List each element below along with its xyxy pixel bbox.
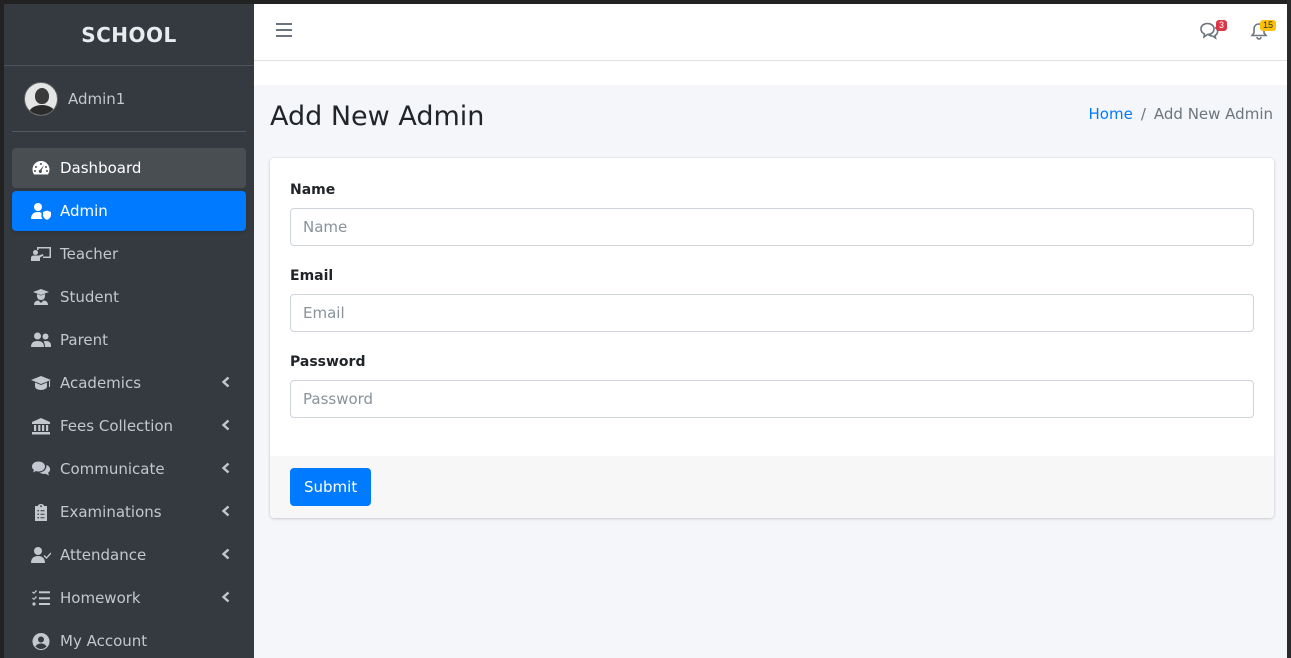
sidebar-item-label: Examinations xyxy=(60,503,162,521)
name-form-group: Name xyxy=(290,182,1254,246)
sidebar-item-dashboard[interactable]: Dashboard xyxy=(12,148,246,188)
chevron-left-icon xyxy=(220,547,232,561)
password-label: Password xyxy=(290,354,366,370)
sidebar-item-label: Student xyxy=(60,288,120,306)
chevron-left-icon xyxy=(220,504,232,518)
chevron-left-icon xyxy=(220,590,232,604)
sidebar-item-academics[interactable]: Academics xyxy=(12,363,246,403)
sidebar-item-homework[interactable]: Homework xyxy=(12,578,246,618)
sidebar-item-label: Parent xyxy=(60,331,109,349)
user-panel: Admin1 xyxy=(12,66,246,132)
sidebar-item-label: Communicate xyxy=(60,460,165,478)
breadcrumb-separator: / xyxy=(1140,105,1146,123)
brand[interactable]: SCHOOL xyxy=(4,4,254,66)
comments-icon xyxy=(30,460,52,478)
chevron-left-icon xyxy=(220,418,232,432)
sidebar-item-teacher[interactable]: Teacher xyxy=(12,234,246,274)
breadcrumb-current: Add New Admin xyxy=(1153,105,1273,123)
sidebar-item-parent[interactable]: Parent xyxy=(12,320,246,360)
main-content: 3 15 Add New Admin Home / Add New Admin Na… xyxy=(254,4,1287,658)
sidebar-item-examinations[interactable]: Examinations xyxy=(12,492,246,532)
user-circle-icon xyxy=(30,632,52,650)
brand-name[interactable]: SCHOOL xyxy=(81,23,177,47)
sidebar-item-communicate[interactable]: Communicate xyxy=(12,449,246,489)
messages-button[interactable]: 3 xyxy=(1199,20,1228,42)
sidebar-item-label: Admin xyxy=(60,202,108,220)
chevron-left-icon xyxy=(220,461,232,475)
chalkboard-teacher-icon xyxy=(30,245,52,263)
sidebar-item-my-account[interactable]: My Account xyxy=(12,621,246,658)
name-label: Name xyxy=(290,182,336,198)
window-edge xyxy=(1287,0,1291,658)
chevron-left-icon xyxy=(220,375,232,389)
sidebar-item-label: Homework xyxy=(60,589,141,607)
user-name[interactable]: Admin1 xyxy=(68,90,125,108)
content-header: Add New Admin Home / Add New Admin xyxy=(254,85,1287,157)
user-friends-icon xyxy=(30,331,52,349)
password-form-group: Password xyxy=(290,354,1254,418)
top-navbar: 3 15 xyxy=(254,4,1287,61)
email-form-group: Email xyxy=(290,268,1254,332)
sidebar-item-label: Attendance xyxy=(60,546,147,564)
page-title: Add New Admin xyxy=(270,101,485,132)
graduation-cap-icon xyxy=(30,374,52,392)
email-label: Email xyxy=(290,268,334,284)
user-shield-icon xyxy=(30,202,52,220)
breadcrumb-home-link[interactable]: Home xyxy=(1089,105,1133,123)
sidebar-nav: Dashboard Admin Teacher Student Parent Academ… xyxy=(4,148,254,658)
submit-button[interactable]: Submit xyxy=(290,468,372,506)
user-graduate-icon xyxy=(30,288,52,306)
notifications-badge: 15 xyxy=(1260,20,1277,31)
add-admin-form-card: Name Email Password Submit xyxy=(270,158,1274,518)
sidebar-item-label: Academics xyxy=(60,374,142,392)
name-input[interactable] xyxy=(290,208,1254,246)
card-footer: Submit xyxy=(270,456,1274,518)
breadcrumb: Home / Add New Admin xyxy=(1089,105,1273,123)
navbar-spacer xyxy=(254,61,1287,85)
sidebar-item-label: My Account xyxy=(60,632,148,650)
sidebar-item-label: Teacher xyxy=(60,245,119,263)
notifications-button[interactable]: 15 xyxy=(1249,20,1277,42)
sidebar-item-label: Dashboard xyxy=(60,159,142,177)
email-input[interactable] xyxy=(290,294,1254,332)
password-input[interactable] xyxy=(290,380,1254,418)
sidebar-item-fees-collection[interactable]: Fees Collection xyxy=(12,406,246,446)
sidebar-item-attendance[interactable]: Attendance xyxy=(12,535,246,575)
sidebar-item-student[interactable]: Student xyxy=(12,277,246,317)
hamburger-menu-icon[interactable] xyxy=(276,23,292,37)
avatar[interactable] xyxy=(24,81,58,116)
university-icon xyxy=(30,417,52,435)
sidebar-item-label: Fees Collection xyxy=(60,417,174,435)
clipboard-list-icon xyxy=(30,503,52,521)
sidebar-item-admin[interactable]: Admin xyxy=(12,191,246,231)
tasks-icon xyxy=(30,589,52,607)
sidebar: SCHOOL Admin1 Dashboard Admin Teacher Stude… xyxy=(4,4,254,658)
messages-badge: 3 xyxy=(1216,20,1228,31)
tachometer-icon xyxy=(30,159,52,177)
user-check-icon xyxy=(30,546,52,564)
